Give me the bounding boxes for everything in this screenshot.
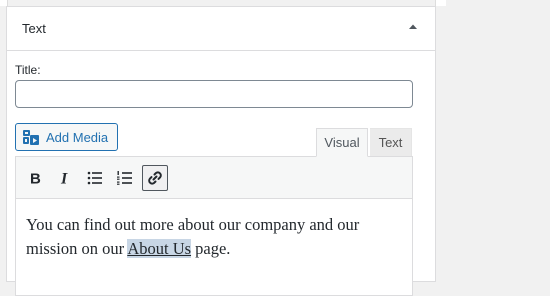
editor-tabs: Visual Text — [316, 128, 412, 157]
bold-button[interactable]: B — [22, 165, 48, 191]
bold-icon: B — [30, 170, 41, 187]
add-media-button[interactable]: Add Media — [15, 123, 118, 151]
content-text-after: page. — [191, 239, 231, 258]
widget-header[interactable]: Text — [7, 7, 435, 51]
tab-text[interactable]: Text — [370, 128, 412, 157]
tab-visual[interactable]: Visual — [316, 128, 368, 157]
widget-title: Text — [22, 21, 46, 36]
editor-toolbar: B I — [16, 157, 412, 199]
editor: B I You can find out more about our comp… — [15, 156, 413, 296]
bullet-list-button[interactable] — [82, 165, 108, 191]
svg-text:B: B — [30, 170, 41, 187]
background-edge-right — [435, 0, 446, 6]
italic-button[interactable]: I — [52, 165, 78, 191]
link-button[interactable] — [142, 164, 168, 191]
title-label: Title: — [15, 63, 41, 77]
triangle-up-icon[interactable] — [403, 17, 423, 37]
editor-content[interactable]: You can find out more about our company … — [16, 199, 412, 261]
numbered-list-icon — [117, 170, 132, 185]
numbered-list-button[interactable] — [112, 165, 138, 191]
italic-icon: I — [60, 170, 68, 187]
add-media-label: Add Media — [46, 129, 109, 145]
media-icon — [22, 128, 40, 146]
title-input[interactable] — [15, 80, 413, 108]
about-us-link[interactable]: About Us — [127, 239, 192, 258]
svg-text:I: I — [60, 170, 68, 187]
bullet-list-icon — [87, 171, 102, 184]
link-icon — [148, 170, 162, 185]
